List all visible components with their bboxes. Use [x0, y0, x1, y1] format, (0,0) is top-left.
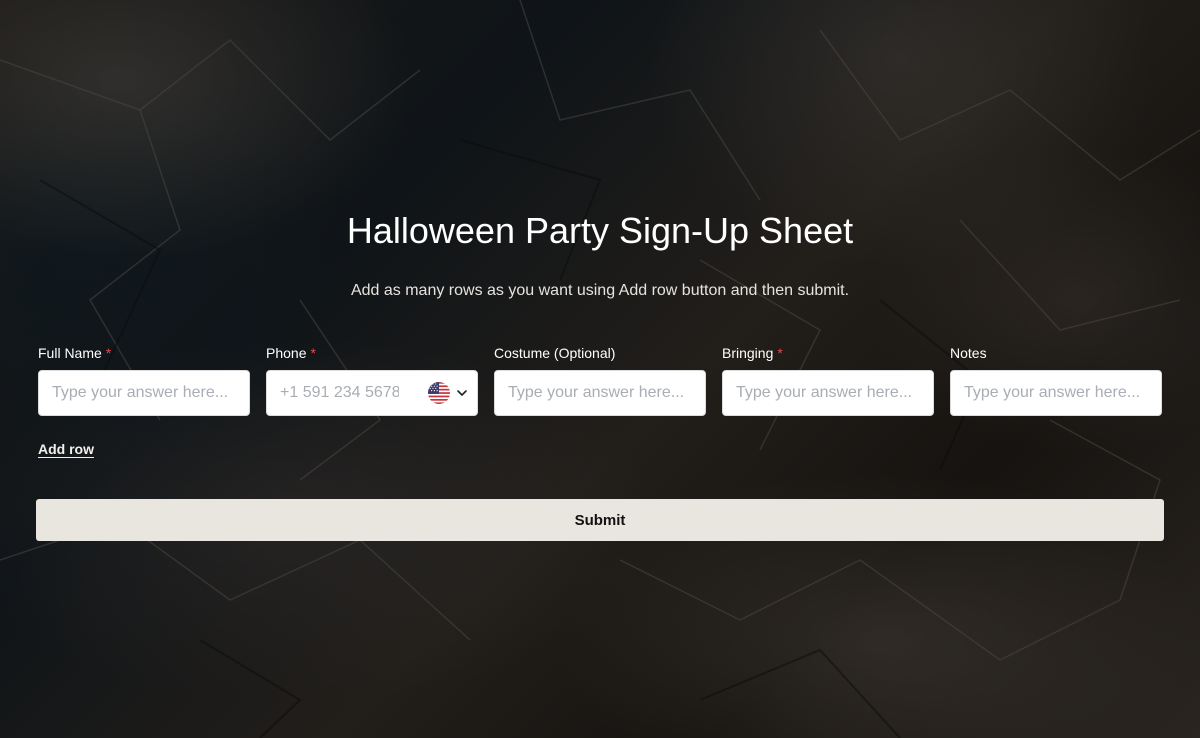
costume-label: Costume (Optional): [494, 345, 616, 361]
submit-button[interactable]: Submit: [36, 499, 1164, 541]
notes-input[interactable]: [950, 370, 1162, 416]
required-marker: *: [310, 345, 316, 361]
full-name-field: Full Name *: [38, 343, 250, 416]
page-subtitle: Add as many rows as you want using Add r…: [350, 282, 850, 299]
chevron-down-icon: [457, 390, 467, 396]
page-title: Halloween Party Sign-Up Sheet: [346, 210, 854, 251]
bringing-label: Bringing *: [722, 345, 783, 361]
notes-field: Notes: [950, 343, 1162, 416]
us-flag-icon: [428, 382, 450, 404]
country-code-select[interactable]: [428, 381, 468, 405]
required-marker: *: [105, 345, 112, 361]
add-row-link[interactable]: Add row: [38, 440, 94, 458]
full-name-input[interactable]: [38, 370, 250, 416]
required-marker: *: [777, 345, 783, 361]
bringing-input[interactable]: [722, 370, 934, 416]
costume-input[interactable]: [494, 370, 706, 416]
phone-label: Phone *: [266, 345, 316, 361]
full-name-label: Full Name *: [38, 345, 112, 361]
phone-input-group: [266, 370, 478, 416]
bringing-field: Bringing *: [722, 343, 934, 416]
costume-field: Costume (Optional): [494, 343, 706, 416]
notes-label: Notes: [950, 345, 987, 361]
phone-field: Phone *: [266, 343, 478, 416]
